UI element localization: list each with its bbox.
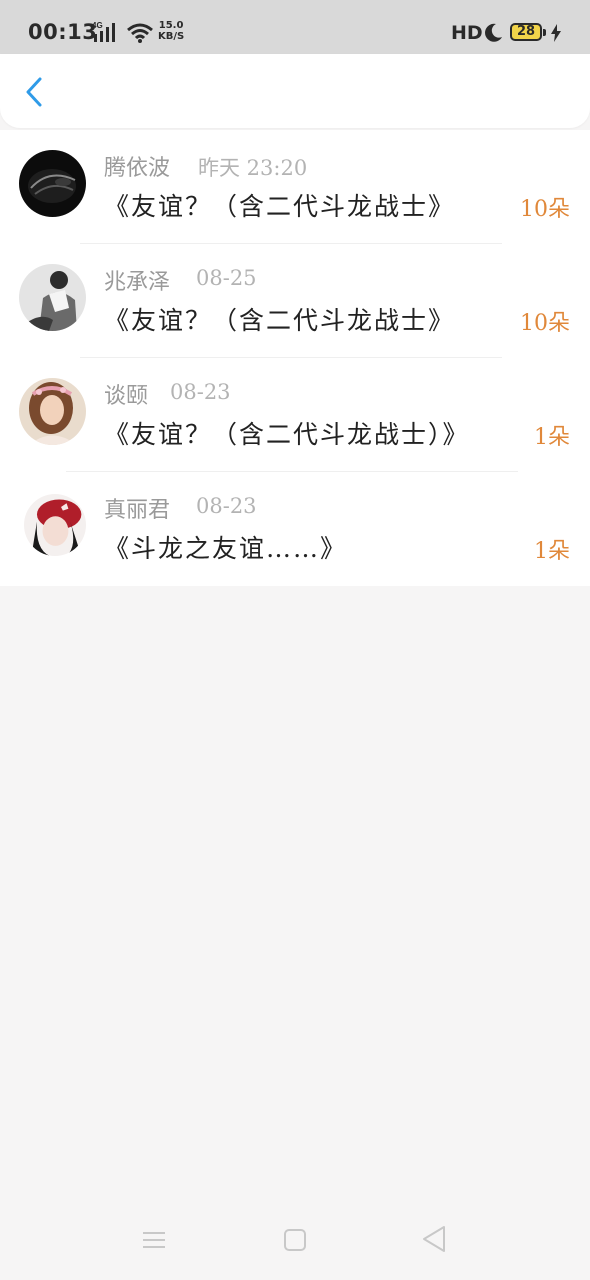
network-speed-unit: KB/S — [158, 31, 185, 42]
monochrome-person-avatar — [19, 264, 86, 331]
list-item[interactable]: 腾依波 昨天 23:20 《友谊？（含二代斗龙战士》 10朵 — [0, 130, 590, 244]
status-time: 00:13 — [28, 20, 98, 44]
list-item[interactable]: 真丽君 08-23 《斗龙之友谊……》 1朵 — [0, 472, 590, 586]
sender-name: 真丽君 — [104, 498, 171, 523]
battery-level: 28 — [516, 24, 536, 39]
black-motorcycle-helmet-avatar — [19, 150, 86, 217]
square-home-icon[interactable] — [281, 1226, 309, 1254]
flower-count: 10朵 — [520, 311, 570, 336]
system-navigation-bar — [0, 1200, 590, 1280]
battery-tip — [543, 29, 546, 36]
sender-name: 谈颐 — [104, 384, 149, 409]
battery-icon: 28 — [510, 23, 542, 41]
sender-name: 兆承泽 — [104, 270, 171, 295]
network-speed-value: 15.0 — [158, 20, 184, 31]
sent-time: 昨天 23:20 — [198, 156, 308, 180]
list-item[interactable]: 谈颐 08-23 《友谊？（含二代斗龙战士）》 1朵 — [0, 358, 590, 472]
network-speed: 15.0 KB/S — [158, 20, 184, 42]
status-bar: 00:13 4G 15.0 KB/S HD 28 — [0, 0, 590, 54]
girl-with-red-hat-avatar — [24, 494, 86, 556]
sent-time: 08-23 — [196, 494, 257, 518]
back-button[interactable] — [14, 72, 54, 112]
story-title: 《友谊？（含二代斗龙战士）》 — [104, 420, 470, 449]
flower-gift-list: 腾依波 昨天 23:20 《友谊？（含二代斗龙战士》 10朵 兆承泽 08-25… — [0, 130, 590, 586]
charging-icon — [551, 24, 561, 42]
flower-count: 1朵 — [534, 539, 570, 564]
story-title: 《友谊？（含二代斗龙战士》 — [104, 306, 456, 335]
sent-time: 08-25 — [196, 266, 257, 290]
sent-time: 08-23 — [170, 380, 231, 404]
top-app-bar — [0, 54, 590, 128]
avatar[interactable] — [19, 378, 86, 445]
avatar[interactable] — [24, 494, 86, 556]
chevron-left-icon — [26, 77, 42, 107]
girl-with-flower-crown-avatar — [19, 378, 86, 445]
avatar[interactable] — [19, 150, 86, 217]
flower-count: 1朵 — [534, 425, 570, 450]
avatar[interactable] — [19, 264, 86, 331]
wifi-icon — [127, 23, 153, 43]
list-item[interactable]: 兆承泽 08-25 《友谊？（含二代斗龙战士》 10朵 — [0, 244, 590, 358]
cellular-signal-icon: 4G — [92, 21, 115, 42]
flower-count: 10朵 — [520, 197, 570, 222]
moon-icon — [485, 23, 502, 42]
story-title: 《友谊？（含二代斗龙战士》 — [104, 192, 456, 221]
menu-icon[interactable] — [140, 1226, 168, 1254]
sender-name: 腾依波 — [104, 156, 171, 181]
story-title: 《斗龙之友谊……》 — [104, 534, 348, 563]
triangle-back-icon[interactable] — [420, 1224, 448, 1254]
network-type-label: 4G — [92, 21, 103, 30]
hd-indicator: HD — [451, 22, 483, 44]
